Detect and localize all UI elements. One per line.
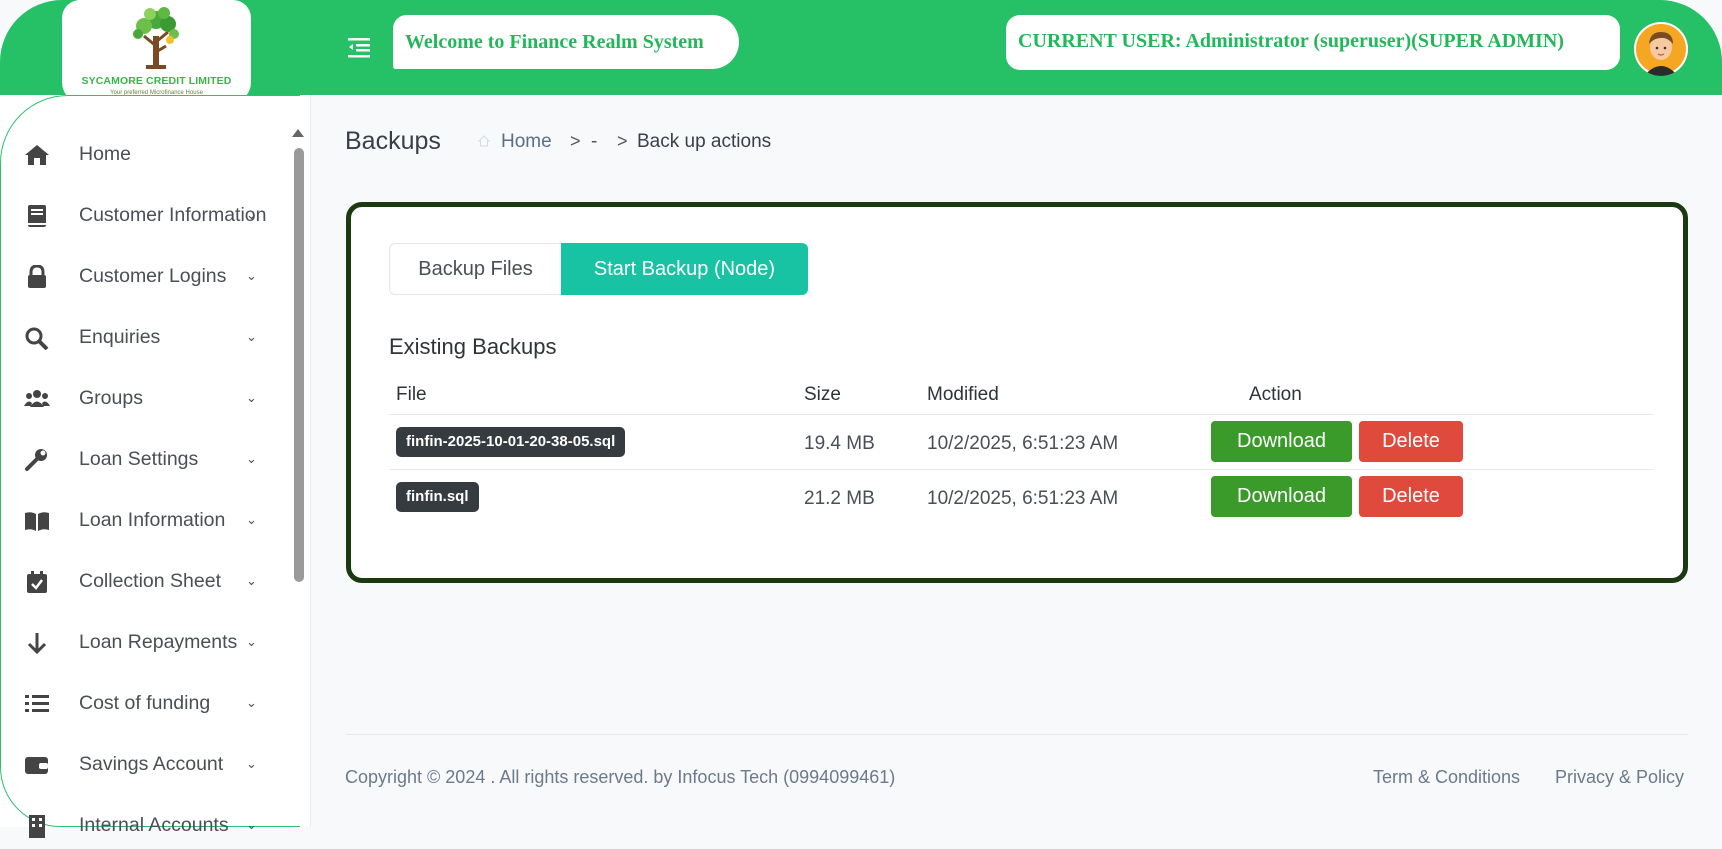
calendar-check-icon <box>27 571 47 593</box>
arrow-down-icon <box>27 633 47 655</box>
sidebar-item-loan-repayments[interactable]: Loan Repayments ⌄ <box>0 618 290 666</box>
delete-button[interactable]: Delete <box>1359 476 1463 517</box>
sidebar-scrollbar[interactable] <box>294 148 304 582</box>
chevron-down-icon: ⌄ <box>246 207 257 222</box>
sidebar-item-label: Customer Information <box>79 204 267 226</box>
current-user-banner: CURRENT USER: Administrator (superuser)(… <box>1006 15 1620 70</box>
backups-card: Backup Files Start Backup (Node) Existin… <box>346 202 1688 583</box>
sidebar-item-home[interactable]: Home <box>0 130 290 178</box>
user-avatar[interactable] <box>1634 22 1688 76</box>
chevron-down-icon: ⌄ <box>246 390 257 405</box>
sidebar-item-label: Internal Accounts <box>79 814 229 836</box>
table-divider <box>389 469 1653 470</box>
users-icon <box>24 390 50 407</box>
sidebar-item-label: Home <box>79 143 132 165</box>
column-header-file: File <box>396 384 427 405</box>
file-size: 21.2 MB <box>804 488 875 509</box>
breadcrumb-home-icon <box>478 135 490 147</box>
table-divider <box>389 414 1653 415</box>
logo-name-text: SYCAMORE CREDIT LIMITED <box>81 75 232 87</box>
list-icon <box>25 695 49 712</box>
breadcrumb-separator: > <box>617 131 628 151</box>
chevron-down-icon: ⌄ <box>246 695 257 710</box>
sidebar-item-cost-of-funding[interactable]: Cost of funding ⌄ <box>0 679 290 727</box>
copyright-text: Copyright © 2024 . All rights reserved. … <box>345 767 896 787</box>
current-user-text: CURRENT USER: Administrator (superuser)(… <box>1018 30 1564 52</box>
tab-backup-files[interactable]: Backup Files <box>389 243 561 295</box>
company-logo[interactable]: SYCAMORE CREDIT LIMITED Your preferred M… <box>62 0 251 104</box>
chevron-down-icon: ⌄ <box>246 634 257 649</box>
sidebar-item-label: Loan Information <box>79 509 226 531</box>
sidebar-item-internal-accounts[interactable]: Internal Accounts ⌄ <box>0 801 290 849</box>
sidebar-item-label: Customer Logins <box>79 265 227 287</box>
menu-toggle-icon[interactable] <box>348 36 372 58</box>
download-button[interactable]: Download <box>1211 476 1352 517</box>
file-modified: 10/2/2025, 6:51:23 AM <box>927 488 1119 509</box>
page-title: Backups <box>345 127 441 155</box>
file-name-badge: finfin.sql <box>396 482 479 512</box>
sidebar-item-label: Loan Settings <box>79 448 199 470</box>
breadcrumb-separator: > <box>570 131 581 151</box>
file-name-badge: finfin-2025-10-01-20-38-05.sql <box>396 427 626 457</box>
chevron-down-icon: ⌄ <box>246 573 257 588</box>
sidebar-item-label: Cost of funding <box>79 692 211 714</box>
home-icon <box>25 145 49 165</box>
start-backup-button[interactable]: Start Backup (Node) <box>561 243 808 295</box>
sidebar-item-label: Groups <box>79 387 143 409</box>
column-header-action: Action <box>1249 384 1302 405</box>
sidebar-item-label: Savings Account <box>79 753 224 775</box>
building-icon <box>29 815 45 838</box>
wrench-icon <box>25 449 47 471</box>
file-size: 19.4 MB <box>804 433 875 454</box>
download-button[interactable]: Download <box>1211 421 1352 462</box>
sidebar-item-customer-information[interactable]: Customer Information ⌄ <box>0 191 290 239</box>
chevron-down-icon: ⌄ <box>246 512 257 527</box>
chevron-down-icon: ⌄ <box>246 451 257 466</box>
breadcrumb-home-link[interactable]: Home <box>501 131 552 153</box>
breadcrumb-middle: - <box>591 131 598 152</box>
welcome-banner: Welcome to Finance Realm System <box>393 15 739 69</box>
book-icon <box>28 205 46 227</box>
tree-logo-icon <box>133 7 179 69</box>
lock-icon <box>28 265 46 288</box>
sidebar-item-loan-information[interactable]: Loan Information ⌄ <box>0 496 290 544</box>
sidebar-item-savings-account[interactable]: Savings Account ⌄ <box>0 740 290 788</box>
breadcrumb-current: Back up actions <box>637 131 772 152</box>
user-avatar-icon <box>1634 22 1688 76</box>
terms-link[interactable]: Term & Conditions <box>1373 767 1520 788</box>
sidebar-item-collection-sheet[interactable]: Collection Sheet ⌄ <box>0 557 290 605</box>
search-icon <box>25 327 49 350</box>
sidebar-item-loan-settings[interactable]: Loan Settings ⌄ <box>0 435 290 483</box>
welcome-text: Welcome to Finance Realm System <box>405 31 704 53</box>
column-header-modified: Modified <box>927 384 999 405</box>
scroll-up-arrow[interactable] <box>292 129 304 137</box>
footer-divider <box>346 734 1688 735</box>
sidebar-item-label: Collection Sheet <box>79 570 222 592</box>
existing-backups-title: Existing Backups <box>389 334 557 359</box>
open-book-icon <box>25 512 49 531</box>
privacy-link[interactable]: Privacy & Policy <box>1555 767 1684 788</box>
chevron-down-icon: ⌄ <box>246 756 257 771</box>
wallet-icon <box>25 757 48 774</box>
sidebar-item-label: Enquiries <box>79 326 161 348</box>
sidebar-item-customer-logins[interactable]: Customer Logins ⌄ <box>0 252 290 300</box>
file-modified: 10/2/2025, 6:51:23 AM <box>927 433 1119 454</box>
sidebar-item-label: Loan Repayments <box>79 631 238 653</box>
column-header-size: Size <box>804 384 841 405</box>
chevron-down-icon: ⌄ <box>246 817 257 832</box>
sidebar-item-enquiries[interactable]: Enquiries ⌄ <box>0 313 290 361</box>
delete-button[interactable]: Delete <box>1359 421 1463 462</box>
sidebar-item-groups[interactable]: Groups ⌄ <box>0 374 290 422</box>
chevron-down-icon: ⌄ <box>246 329 257 344</box>
chevron-down-icon: ⌄ <box>246 268 257 283</box>
